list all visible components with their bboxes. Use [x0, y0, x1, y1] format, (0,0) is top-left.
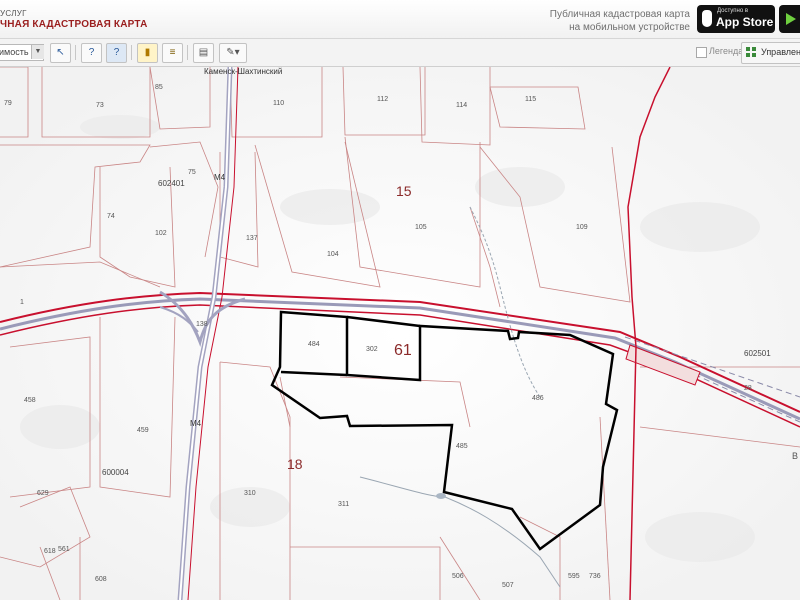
parcel-label[interactable]: 28 [744, 385, 752, 392]
parcel-label[interactable]: 75 [188, 169, 196, 176]
parcel-label[interactable]: 112 [377, 96, 388, 103]
parcel-label[interactable]: 506 [452, 573, 464, 580]
parcel-label[interactable]: 561 [58, 546, 70, 553]
parcel-label[interactable]: 110 [273, 100, 284, 107]
toolbar-divider [187, 45, 188, 60]
parcel-label[interactable]: 105 [415, 224, 427, 231]
map-drawing [0, 67, 800, 600]
quarter-label: 61 [394, 342, 412, 359]
brand-subtitle: УСЛУГ [0, 9, 27, 18]
parcel-label[interactable]: 109 [576, 224, 588, 231]
parcel-label[interactable]: 485 [456, 443, 468, 450]
play-icon [786, 13, 796, 25]
legend-checkbox[interactable] [696, 47, 707, 58]
appstore-label: App Store [716, 15, 774, 29]
block-label: 602501 [744, 349, 771, 358]
promo-line-2: на мобильном устройстве [569, 22, 690, 33]
identify-icon[interactable]: ? [81, 43, 102, 63]
parcel-label[interactable]: 137 [246, 235, 258, 242]
parcel-label[interactable]: 115 [525, 96, 536, 103]
parcel-label[interactable]: B [792, 451, 798, 461]
road-label: М4 [214, 173, 226, 182]
parcel-label[interactable]: 608 [95, 576, 107, 583]
tree-icon[interactable]: ≡ [162, 43, 183, 63]
parcel-label[interactable]: 595 [568, 573, 580, 580]
toolbar: имость ▼ ↖ ? ? ▮ ≡ ▤ ✎▾ Легенда Управлен [0, 39, 800, 67]
parcel-label[interactable]: 302 [366, 346, 378, 353]
block-label: 602401 [158, 179, 185, 188]
parcel-label[interactable]: 73 [96, 102, 104, 109]
help-icon[interactable]: ? [106, 43, 127, 63]
parcel-label[interactable]: 458 [24, 397, 36, 404]
parcel-label[interactable]: 79 [4, 100, 12, 107]
parcel-label[interactable]: 1 [20, 299, 24, 306]
chevron-down-icon[interactable]: ▼ [31, 45, 44, 59]
appstore-caption: Доступно в [717, 8, 749, 14]
toolbar-divider [131, 45, 132, 60]
parcel-label[interactable]: 486 [532, 395, 544, 402]
toolbar-divider [75, 45, 76, 60]
parcel-label[interactable]: 74 [107, 213, 115, 220]
brand-title[interactable]: ЧНАЯ КАДАСТРОВАЯ КАРТА [0, 19, 148, 30]
grid-icon [746, 47, 756, 57]
parcel-label[interactable]: 736 [589, 573, 601, 580]
promo-line-1: Публичная кадастровая карта [549, 9, 690, 20]
parcel-label[interactable]: 104 [327, 251, 339, 258]
parcel-label[interactable]: 507 [502, 582, 514, 589]
parcel-label[interactable]: 629 [37, 490, 49, 497]
parcel-label[interactable]: 85 [155, 84, 163, 91]
print-icon[interactable]: ▤ [193, 43, 214, 63]
parcel-label[interactable]: 114 [456, 102, 467, 109]
google-play-button[interactable] [779, 5, 800, 33]
block-label: 600004 [102, 468, 129, 477]
manage-layers-label: Управлен [761, 47, 800, 57]
parcel-label[interactable]: 459 [137, 427, 149, 434]
app-store-button[interactable]: Доступно в App Store [697, 5, 775, 33]
measure-icon[interactable]: ✎▾ [219, 43, 247, 63]
parcel-label[interactable]: 102 [155, 230, 167, 237]
manage-layers-button[interactable]: Управлен [741, 42, 800, 64]
map-canvas[interactable]: Каменск-Шахтинский М4 М4 602401 602501 6… [0, 67, 800, 600]
parcel-label[interactable]: 618 [44, 548, 56, 555]
bookmark-icon[interactable]: ▮ [137, 43, 158, 63]
legend-label: Легенда [709, 46, 744, 56]
apple-icon [702, 10, 712, 27]
mobile-promo-text[interactable]: Публичная кадастровая карта на мобильном… [520, 8, 690, 34]
parcel-label[interactable]: 138 [196, 321, 208, 328]
select-info-icon[interactable]: ↖ [50, 43, 71, 63]
parcel-label[interactable]: 310 [244, 490, 256, 497]
parcel-label[interactable]: 484 [308, 341, 320, 348]
quarter-label: 18 [287, 456, 303, 472]
parcel-label[interactable]: 311 [338, 501, 349, 508]
header: УСЛУГ ЧНАЯ КАДАСТРОВАЯ КАРТА Публичная к… [0, 0, 800, 39]
quarter-label: 15 [396, 183, 412, 199]
place-name-label: Каменск-Шахтинский [204, 67, 283, 76]
road-label: М4 [190, 419, 202, 428]
